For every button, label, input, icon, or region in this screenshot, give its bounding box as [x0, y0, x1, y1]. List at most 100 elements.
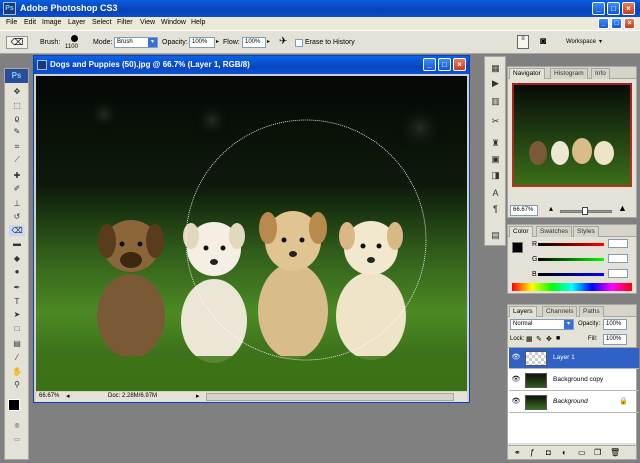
blue-value-input[interactable] — [608, 269, 628, 278]
lock-pixels-icon[interactable]: ✎ — [536, 335, 542, 343]
visibility-eye-icon[interactable]: 👁 — [511, 376, 521, 384]
trash-icon[interactable]: 🗑 — [610, 448, 620, 457]
doc-restore-button[interactable]: □ — [611, 18, 622, 29]
tool-presets-icon[interactable]: ✂ — [488, 115, 503, 128]
tab-swatches[interactable]: Swatches — [536, 226, 573, 237]
visibility-eye-icon[interactable]: 👁 — [511, 354, 521, 362]
new-group-icon[interactable]: ▭ — [578, 448, 586, 457]
fill-input[interactable]: 100% — [603, 334, 627, 345]
mode-select[interactable]: Brush ▾ — [114, 37, 158, 48]
blur-tool-icon[interactable]: ◆ — [9, 253, 25, 264]
maximize-button[interactable]: □ — [607, 2, 620, 15]
zoom-in-icon[interactable]: ▲ — [618, 203, 627, 213]
green-value-input[interactable] — [608, 254, 628, 263]
blend-mode-select[interactable]: Normal ▾ — [510, 319, 574, 330]
tab-histogram[interactable]: Histogram — [550, 68, 588, 79]
healing-brush-tool-icon[interactable]: ✚ — [9, 170, 25, 181]
hand-tool-icon[interactable]: ✋ — [9, 366, 25, 377]
new-layer-icon[interactable]: ❐ — [594, 448, 601, 457]
clone-stamp-tool-icon[interactable]: ⊥ — [9, 198, 25, 209]
menu-view[interactable]: View — [140, 19, 155, 26]
tab-channels[interactable]: Channels — [542, 306, 578, 317]
image-canvas[interactable] — [36, 76, 467, 391]
menu-image[interactable]: Image — [42, 19, 61, 26]
opacity-input[interactable]: 100% — [189, 37, 215, 48]
doc-close-button[interactable]: × — [624, 18, 635, 29]
type-tool-icon[interactable]: T — [9, 296, 25, 307]
brush-picker[interactable]: 1100 — [65, 34, 85, 52]
layer-mask-icon[interactable]: ◘ — [546, 448, 551, 457]
navigator-zoom-input[interactable]: 66.67% — [510, 205, 538, 216]
paragraph-palette-icon[interactable]: ¶ — [488, 203, 503, 216]
camera-icon[interactable]: ◙ — [540, 36, 554, 48]
flow-input[interactable]: 100% — [242, 37, 266, 48]
menu-window[interactable]: Window — [161, 19, 186, 26]
menu-filter[interactable]: Filter — [117, 19, 133, 26]
slider-thumb[interactable] — [582, 207, 588, 215]
history-palette-icon[interactable]: ▥ — [488, 95, 503, 108]
zoom-out-icon[interactable]: ▴ — [549, 204, 553, 213]
lock-all-icon[interactable]: ■ — [556, 335, 560, 342]
erase-history-checkbox[interactable] — [295, 39, 303, 47]
doc-minimize-button[interactable]: _ — [423, 58, 436, 71]
tab-layers[interactable]: Layers — [509, 306, 537, 317]
layer-row-layer-1[interactable]: 👁 Layer 1 — [509, 348, 639, 369]
slice-tool-icon[interactable]: ⟋ — [9, 154, 25, 165]
navigator-preview[interactable] — [512, 83, 632, 187]
lock-position-icon[interactable]: ✥ — [546, 335, 552, 343]
shape-tool-icon[interactable]: □ — [9, 323, 25, 334]
link-layers-icon[interactable]: ⚭ — [514, 448, 521, 457]
quick-select-tool-icon[interactable]: ✎ — [9, 126, 25, 137]
eraser-tool-icon[interactable]: ⌫ — [9, 225, 25, 236]
airbrush-icon[interactable]: ✈ — [279, 36, 287, 47]
adjustment-layer-icon[interactable]: ◐ — [562, 448, 567, 457]
screen-mode-icon[interactable]: ▭ — [9, 435, 25, 446]
status-menu-icon[interactable]: ▸ — [196, 392, 200, 400]
opacity-flyout-icon[interactable]: ▸ — [216, 38, 219, 45]
brushes-palette-icon[interactable]: ▦ — [488, 62, 503, 75]
menu-file[interactable]: File — [6, 19, 17, 26]
visibility-eye-icon[interactable]: 👁 — [511, 398, 521, 406]
brush-tool-icon[interactable]: ✐ — [9, 183, 25, 194]
lasso-tool-icon[interactable]: ϱ — [9, 113, 25, 124]
layer-row-background-copy[interactable]: 👁 Background copy — [509, 370, 639, 391]
tab-color[interactable]: Color — [509, 226, 533, 237]
path-select-tool-icon[interactable]: ➤ — [9, 309, 25, 320]
gradient-tool-icon[interactable]: ▬ — [9, 238, 25, 249]
tab-navigator[interactable]: Navigator — [509, 68, 545, 79]
doc-close-button[interactable]: × — [453, 58, 466, 71]
color-foreground-swatch[interactable] — [512, 242, 523, 253]
layer-comps-icon[interactable]: ▣ — [488, 153, 503, 166]
doc-minimize-button[interactable]: _ — [598, 18, 609, 29]
layer-opacity-input[interactable]: 100% — [603, 319, 627, 330]
red-slider[interactable] — [538, 243, 604, 246]
tab-paths[interactable]: Paths — [579, 306, 604, 317]
notes-tool-icon[interactable]: ▤ — [9, 338, 25, 349]
red-value-input[interactable] — [608, 239, 628, 248]
menu-help[interactable]: Help — [191, 19, 205, 26]
pen-tool-icon[interactable]: ✒ — [9, 282, 25, 293]
eyedropper-tool-icon[interactable]: ⁄ — [9, 352, 25, 363]
history-brush-tool-icon[interactable]: ↺ — [9, 211, 25, 222]
workspace-menu[interactable]: Workspace — [566, 39, 596, 45]
color-ramp[interactable] — [512, 283, 632, 291]
close-button[interactable]: × — [622, 2, 635, 15]
clone-source-icon[interactable]: ♜ — [488, 137, 503, 150]
green-slider[interactable] — [538, 258, 604, 261]
actions-palette-icon[interactable]: ▶ — [488, 77, 503, 90]
foreground-color-swatch[interactable] — [8, 399, 20, 411]
blue-slider[interactable] — [538, 273, 604, 276]
dodge-tool-icon[interactable]: ● — [9, 266, 25, 277]
menu-edit[interactable]: Edit — [24, 19, 36, 26]
info-palette-icon[interactable]: ◨ — [488, 169, 503, 182]
tab-styles[interactable]: Styles — [573, 226, 599, 237]
paths-palette-icon[interactable]: ▤ — [488, 229, 503, 242]
horizontal-scrollbar[interactable] — [206, 393, 454, 401]
menu-layer[interactable]: Layer — [68, 19, 86, 26]
layer-row-background[interactable]: 👁 Background 🔒 — [509, 392, 639, 413]
minimize-button[interactable]: _ — [592, 2, 605, 15]
tab-info[interactable]: Info — [591, 68, 610, 79]
zoom-level[interactable]: 66.67% — [39, 393, 59, 399]
flow-flyout-icon[interactable]: ▸ — [267, 38, 270, 45]
crop-tool-icon[interactable]: ⌗ — [9, 141, 25, 152]
